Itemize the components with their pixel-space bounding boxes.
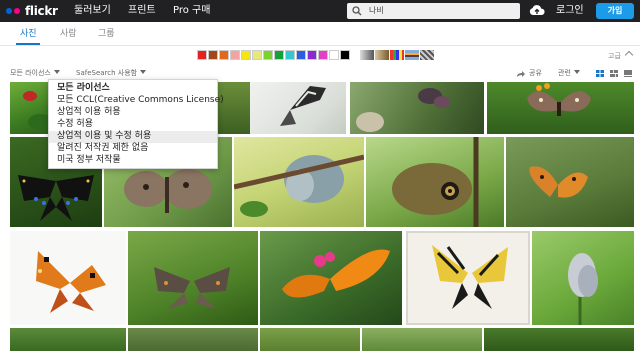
caret-down-icon (573, 70, 580, 74)
photo-thumbnail[interactable] (532, 231, 634, 325)
license-option-modifications[interactable]: 수정 허용 (57, 119, 93, 130)
tab-people[interactable]: 사람 (60, 28, 77, 40)
advanced-filter-label[interactable]: 고급 (608, 51, 621, 61)
black-white-filter-icon[interactable] (360, 50, 374, 60)
butterfly-image (392, 137, 479, 227)
photo-thumbnail[interactable] (487, 82, 634, 134)
grid-view-icon[interactable] (596, 70, 604, 77)
color-swatch-purple[interactable] (307, 50, 317, 60)
photo-thumbnail[interactable] (250, 82, 346, 134)
tab-photos[interactable]: 사진 (20, 28, 37, 40)
active-tab-indicator (16, 43, 40, 45)
photo-thumbnail[interactable] (128, 328, 258, 351)
license-option-all-cc[interactable]: 모든 CCL(Creative Commons License) (57, 95, 224, 106)
pattern-filter-icon[interactable] (420, 50, 434, 60)
search-input[interactable]: 나비 (369, 5, 384, 17)
nav-explore[interactable]: 둘러보기 (74, 4, 111, 18)
share-icon[interactable] (516, 70, 526, 78)
photo-thumbnail[interactable] (350, 82, 484, 134)
color-swatch-pink[interactable] (230, 50, 240, 60)
color-swatch-cyan[interactable] (285, 50, 295, 60)
upload-cloud-icon[interactable] (529, 4, 545, 17)
top-nav: flickr 둘러보기 프린트 Pro 구매 나비 로그인 가입 (0, 0, 640, 22)
search-box[interactable]: 나비 (347, 3, 520, 19)
sort-filter-label: 관련 (558, 69, 571, 77)
color-swatch-brown[interactable] (208, 50, 218, 60)
license-filter-label: 모든 라이선스 (10, 69, 51, 77)
photo-thumbnail[interactable] (234, 137, 364, 227)
search-type-tabs: 사진 사람 그룹 (0, 22, 640, 46)
butterfly-image (36, 251, 106, 313)
color-swatch-yellow[interactable] (241, 50, 251, 60)
logo-text: flickr (25, 4, 58, 18)
butterfly-image (280, 86, 326, 126)
license-option-all[interactable]: 모든 라이선스 (57, 83, 110, 94)
butterfly-image (282, 249, 390, 298)
butterfly-image (527, 83, 591, 116)
butterfly-image (234, 154, 364, 217)
color-swatch-black[interactable] (340, 50, 350, 60)
photo-thumbnail[interactable] (10, 328, 126, 351)
safesearch-filter-label: SafeSearch 사용함 (76, 69, 138, 77)
caret-down-icon (140, 70, 147, 74)
join-button[interactable]: 가입 (596, 3, 634, 19)
color-swatch-orange[interactable] (219, 50, 229, 60)
butterfly-image (529, 166, 588, 198)
flickr-logo[interactable]: flickr (6, 4, 58, 18)
tab-groups[interactable]: 그룹 (98, 28, 115, 40)
color-swatch-magenta[interactable] (318, 50, 328, 60)
butterfly-image (432, 245, 508, 309)
chevron-up-icon[interactable] (624, 50, 634, 60)
license-option-commercial-modifications[interactable]: 상업적 이용 및 수정 허용 (57, 131, 151, 142)
nav-prints[interactable]: 프린트 (128, 4, 156, 18)
license-option-no-known-restrictions[interactable]: 알려진 저작권 제한 없음 (57, 143, 148, 154)
logo-pink-dot (14, 8, 20, 14)
list-view-icon[interactable] (624, 70, 632, 77)
butterfly-image (568, 253, 598, 325)
color-swatch-green[interactable] (274, 50, 284, 60)
share-link[interactable]: 공유 (529, 68, 542, 78)
photo-thumbnail[interactable] (484, 328, 634, 351)
photo-thumbnail[interactable] (128, 231, 258, 325)
color-swatch-red[interactable] (197, 50, 207, 60)
photo-thumbnail[interactable] (506, 137, 634, 227)
license-option-us-government[interactable]: 미국 정부 저작물 (57, 155, 121, 166)
butterfly-image (356, 88, 450, 132)
search-icon (352, 6, 362, 16)
color-swatch-lime[interactable] (263, 50, 273, 60)
safesearch-filter[interactable]: SafeSearch 사용함 (76, 68, 147, 78)
login-link[interactable]: 로그인 (556, 4, 584, 18)
minimal-filter-icon[interactable] (405, 50, 419, 60)
license-filter[interactable]: 모든 라이선스 (10, 68, 60, 78)
color-swatch-white[interactable] (329, 50, 339, 60)
photo-thumbnail[interactable] (362, 328, 482, 351)
color-swatch-light-yellow[interactable] (252, 50, 262, 60)
color-swatch-blue[interactable] (296, 50, 306, 60)
color-filter-row (197, 50, 434, 60)
butterfly-image (154, 267, 230, 309)
sepia-filter-icon[interactable] (375, 50, 389, 60)
justified-view-icon[interactable] (610, 70, 618, 77)
license-option-commercial[interactable]: 상업적 이용 허용 (57, 107, 121, 118)
photo-thumbnail[interactable] (406, 231, 530, 325)
photo-thumbnail[interactable] (10, 231, 126, 325)
license-dropdown-menu: 모든 라이선스 모든 CCL(Creative Commons License)… (48, 79, 224, 169)
sort-filter[interactable]: 관련 (558, 68, 580, 78)
nav-pro[interactable]: Pro 구매 (173, 4, 210, 18)
photo-thumbnail[interactable] (260, 231, 402, 325)
caret-down-icon (53, 70, 60, 74)
vibrant-filter-icon[interactable] (390, 50, 404, 60)
logo-blue-dot (6, 8, 12, 14)
photo-thumbnail[interactable] (260, 328, 360, 351)
photo-thumbnail[interactable] (366, 137, 504, 227)
photo-thumbnail[interactable] (217, 82, 250, 134)
